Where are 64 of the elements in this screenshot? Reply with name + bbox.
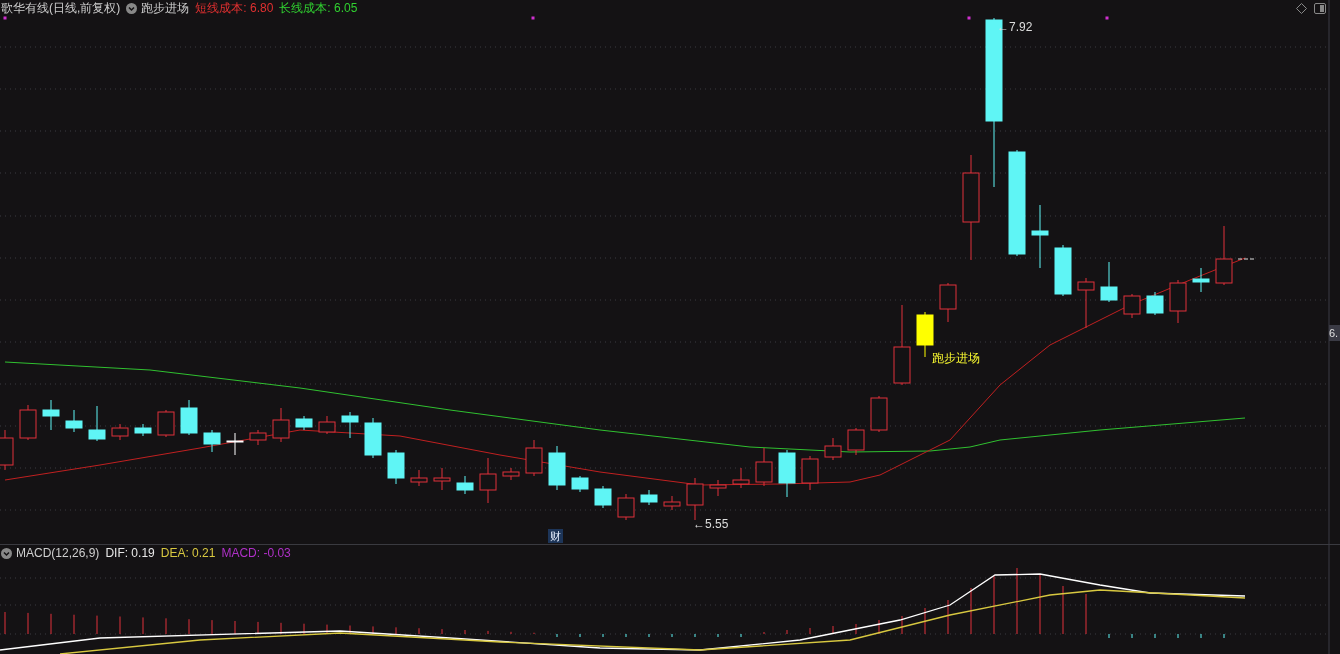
candlestick	[180, 399, 198, 436]
diamond-icon[interactable]	[1296, 3, 1307, 14]
candlestick	[157, 409, 175, 438]
candlestick	[870, 395, 888, 433]
candlestick	[571, 475, 589, 493]
candlestick	[203, 429, 221, 453]
short-cost-value: 短线成本: 6.80	[195, 0, 274, 17]
panel-toggle-icon[interactable]	[1314, 3, 1326, 14]
macd-dropdown[interactable]: MACD(12,26,9)	[1, 544, 100, 562]
candlestick	[341, 411, 359, 439]
low-price-label: ←5.55	[693, 516, 729, 533]
candlestick	[249, 429, 267, 446]
candlestick	[755, 447, 773, 487]
candlestick	[364, 417, 382, 459]
candlestick	[1031, 204, 1049, 269]
candlestick	[1077, 277, 1095, 329]
candlestick	[548, 445, 566, 491]
candlestick	[295, 415, 313, 431]
candlestick	[456, 475, 474, 495]
candlestick	[801, 455, 819, 491]
candlestick	[134, 423, 152, 437]
candlestick	[686, 477, 704, 521]
candlestick	[640, 489, 658, 506]
candlestick	[916, 311, 934, 358]
long-cost-value: 长线成本: 6.05	[279, 0, 358, 17]
candlestick	[65, 409, 83, 433]
candlestick	[847, 427, 865, 456]
candlestick	[1146, 291, 1164, 316]
candlestick	[1123, 293, 1141, 319]
candlestick	[709, 479, 727, 497]
candlestick	[1054, 244, 1072, 297]
candlestick	[525, 439, 543, 477]
candlestick	[42, 399, 60, 431]
candlestick	[732, 467, 750, 489]
candlestick	[778, 449, 796, 498]
candlestick	[226, 432, 244, 456]
candlestick	[318, 415, 336, 435]
dea-value: DEA: 0.21	[160, 545, 216, 562]
candlestick	[433, 467, 451, 491]
candlestick	[824, 437, 842, 461]
signal-label: 跑步进场	[932, 350, 980, 367]
chart-title: 歌华有线(日线,前复权)	[1, 0, 121, 17]
candlestick	[663, 495, 681, 511]
candlestick	[1215, 225, 1233, 286]
candlestick	[111, 423, 129, 441]
candlestick	[479, 457, 497, 504]
candlestick	[88, 405, 106, 442]
candlestick	[1192, 267, 1210, 293]
indicator-dropdown[interactable]: 跑步进场	[126, 0, 190, 17]
candlestick	[1100, 261, 1118, 303]
candlestick	[617, 493, 635, 521]
macd-value: MACD: -0.03	[221, 545, 291, 562]
dif-value: DIF: 0.19	[105, 545, 155, 562]
price-axis-label: 6.	[1329, 325, 1340, 341]
candlestick	[939, 282, 957, 323]
candlestick	[387, 449, 405, 485]
candlestick	[594, 485, 612, 509]
candlestick	[502, 467, 520, 481]
event-badge[interactable]: 财	[548, 529, 563, 543]
price-line	[1237, 258, 1255, 260]
candlestick	[410, 469, 428, 487]
candlestick	[19, 404, 37, 441]
candlestick	[272, 407, 290, 443]
candlestick	[1169, 279, 1187, 324]
